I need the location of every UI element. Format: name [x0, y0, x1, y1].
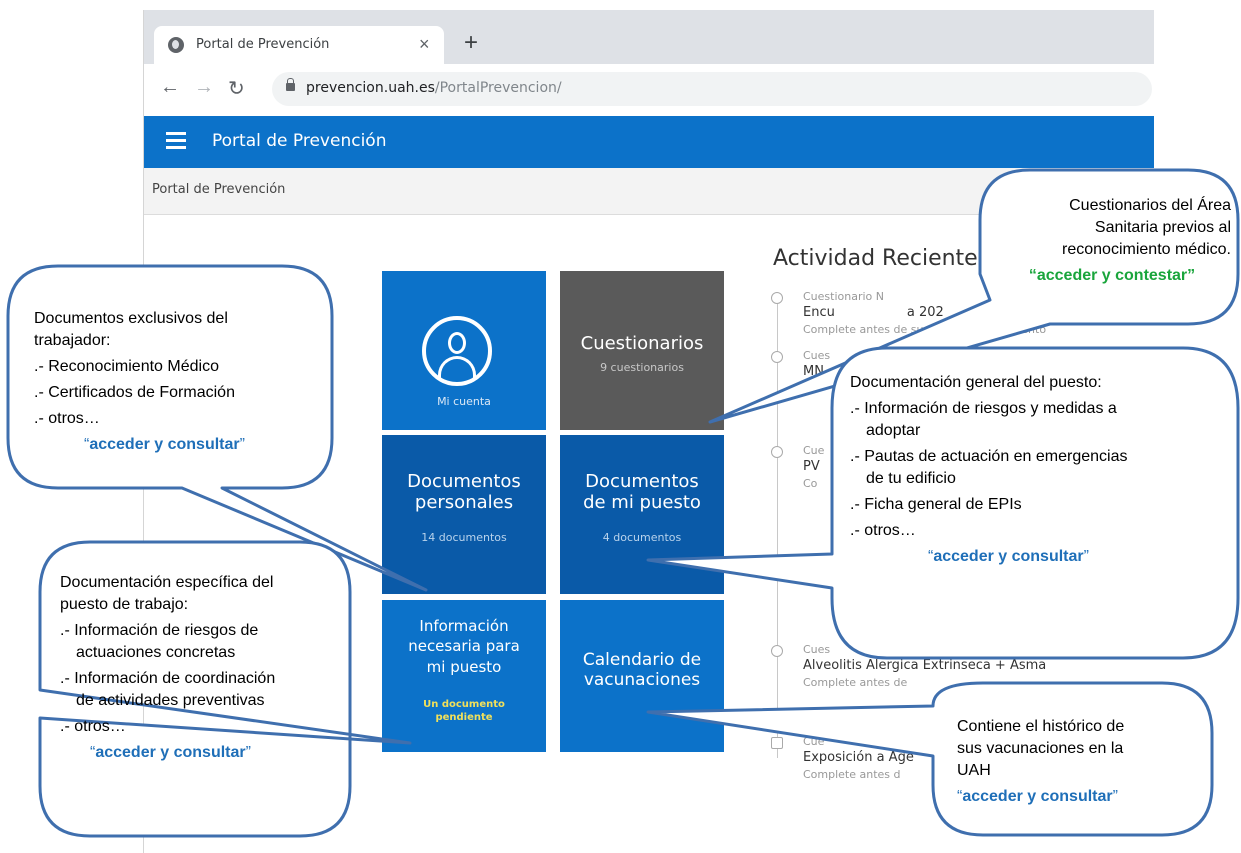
user-icon	[422, 316, 492, 386]
activity-title: MN	[803, 364, 824, 379]
activity-label: Cues	[803, 349, 831, 362]
tile-title-line: de mi puesto	[583, 492, 701, 514]
callout-item: .- otros…	[60, 718, 126, 735]
callout-item: .- otros…	[850, 522, 916, 539]
timeline-dot	[771, 645, 783, 657]
callout-line: Documentación específica del	[60, 574, 274, 591]
app-title: Portal de Prevención	[212, 131, 387, 151]
lock-icon	[286, 78, 295, 91]
callout-item: .- Información de coordinación	[60, 670, 276, 687]
callout-line: Documentos exclusivos del	[34, 310, 228, 327]
tile-documentos-puesto[interactable]: Documentos de mi puesto 4 documentos	[560, 435, 724, 594]
activity-heading: Actividad Reciente	[773, 246, 978, 271]
callout-vacunaciones: Contiene el histórico de sus vacunacione…	[957, 716, 1207, 808]
callout-line: Documentación general del puesto:	[850, 374, 1102, 391]
callout-item: .- otros…	[34, 410, 100, 427]
callout-item: de actividades preventivas	[76, 692, 265, 709]
pending-badge: Un documento pendiente	[423, 699, 505, 723]
app-bar: Portal de Prevención	[144, 116, 1154, 168]
callout-item: .- Reconocimiento Médico	[34, 358, 219, 375]
tile-label: Mi cuenta	[437, 395, 491, 408]
activity-desc: Co	[803, 382, 818, 395]
activity-label: Cuestionario N	[803, 290, 884, 303]
tile-informacion-necesaria[interactable]: Información necesaria para mi puesto Un do…	[382, 600, 546, 752]
timeline-dot	[771, 446, 783, 458]
callout-line: trabajador:	[34, 332, 111, 349]
callout-item: .- Certificados de Formación	[34, 384, 235, 401]
close-icon[interactable]: ×	[419, 34, 430, 55]
activity-desc: Complete antes de su cita a reconocimien…	[803, 323, 1047, 336]
tile-title: Cuestionarios	[580, 333, 704, 354]
callout-cta[interactable]: “acceder y consultar”	[850, 546, 1230, 568]
url-input[interactable]: prevencion.uah.es/PortalPrevencion/	[272, 72, 1152, 106]
callout-item: .- Ficha general de EPIs	[850, 496, 1022, 513]
tile-cuestionarios[interactable]: Cuestionarios 9 cuestionarios	[560, 271, 724, 430]
tab-title: Portal de Prevención	[196, 37, 330, 52]
callout-line: UAH	[957, 762, 991, 779]
callout-especifica: Documentación específica del puesto de t…	[60, 572, 350, 764]
timeline-dot	[771, 351, 783, 363]
activity-title: PV	[803, 459, 820, 474]
globe-icon	[168, 37, 184, 53]
activity-title: Encu a 202	[803, 305, 944, 320]
callout-cuestionarios: Cuestionarios del Área Sanitaria previos…	[993, 195, 1231, 287]
breadcrumb[interactable]: Portal de Prevención	[152, 182, 285, 197]
tile-title-line: Documentos	[407, 471, 521, 492]
callout-line: sus vacunaciones en la	[957, 740, 1124, 757]
callout-item: adoptar	[866, 422, 921, 439]
callout-item: .- Pautas de actuación en emergencias	[850, 448, 1128, 465]
activity-label: Cues	[803, 643, 831, 656]
tile-calendario-vacunaciones[interactable]: Calendario de vacunaciones	[560, 600, 724, 752]
timeline-dot	[771, 737, 783, 749]
callout-general: Documentación general del puesto: .- Inf…	[850, 372, 1230, 568]
activity-title: Alveolitis Alergica Extrinseca + Asma	[803, 658, 1047, 673]
activity-desc: Complete antes d	[803, 768, 901, 781]
activity-title: Exposición a Age	[803, 750, 914, 765]
callout-trabajador: Documentos exclusivos del trabajador: .-…	[34, 308, 324, 456]
activity-desc: Co	[803, 477, 818, 490]
browser-tab[interactable]: Portal de Prevención ×	[154, 26, 444, 64]
tile-subtitle: 4 documentos	[602, 531, 682, 544]
callout-cta[interactable]: “acceder y consultar”	[60, 742, 350, 764]
activity-label: Cue	[803, 735, 825, 748]
callout-line: Sanitaria previos al	[1094, 219, 1231, 236]
tile-title-line: Calendario de	[582, 650, 702, 670]
tile-subtitle: 9 cuestionarios	[600, 361, 684, 374]
activity-label: Cue	[803, 444, 825, 457]
callout-item: de tu edificio	[866, 470, 956, 487]
url-text: prevencion.uah.es/PortalPrevencion/	[306, 80, 562, 96]
reload-icon[interactable]: ↻	[228, 76, 245, 101]
callout-line: puesto de trabajo:	[60, 596, 189, 613]
tab-strip: Portal de Prevención × +	[144, 10, 1154, 64]
new-tab-button[interactable]: +	[464, 31, 478, 55]
callout-line: reconocimiento médico.	[1062, 241, 1231, 258]
tile-title-line: personales	[414, 492, 514, 514]
callout-item: actuaciones concretas	[76, 644, 236, 661]
timeline-line	[777, 298, 778, 758]
callout-item: .- Información de riesgos de	[60, 622, 259, 639]
callout-item: .- Información de riesgos y medidas a	[850, 400, 1117, 417]
tile-title-line: Información	[419, 617, 509, 635]
activity-desc: Complete antes de	[803, 676, 908, 689]
tile-subtitle: 14 documentos	[421, 531, 507, 544]
menu-icon[interactable]	[166, 132, 186, 150]
callout-cta[interactable]: “acceder y consultar”	[34, 434, 324, 456]
address-bar: ← → ↻ prevencion.uah.es/PortalPrevencion…	[144, 64, 1154, 117]
back-icon[interactable]: ←	[160, 76, 180, 99]
callout-line: Contiene el histórico de	[957, 718, 1125, 735]
callout-line: Cuestionarios del Área	[1069, 197, 1231, 214]
tile-documentos-personales[interactable]: Documentos personales 14 documentos	[382, 435, 546, 594]
timeline-dot	[771, 292, 783, 304]
tile-title-line: necesaria para	[408, 637, 520, 656]
forward-icon[interactable]: →	[194, 76, 214, 99]
tile-title-line: vacunaciones	[583, 670, 701, 691]
tile-title-line: mi puesto	[426, 657, 502, 676]
callout-cta[interactable]: “acceder y contestar”	[993, 265, 1231, 287]
tile-title-line: Documentos	[585, 471, 699, 492]
tile-mi-cuenta[interactable]: Mi cuenta	[382, 271, 546, 430]
callout-cta[interactable]: “acceder y consultar”	[957, 786, 1207, 808]
